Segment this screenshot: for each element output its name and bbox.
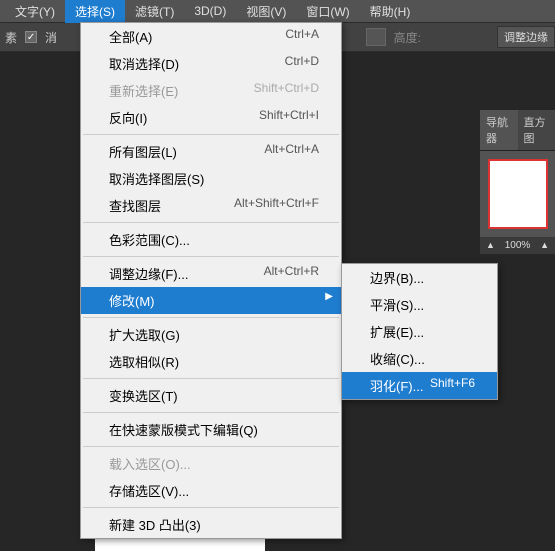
menu-separator	[83, 507, 339, 508]
select-menu-dropdown: 全部(A) Ctrl+A 取消选择(D) Ctrl+D 重新选择(E) Shift+Ctr…	[80, 22, 342, 539]
submenu-item-label: 羽化(F)...	[370, 376, 423, 395]
menu-item-label: 全部(A)	[109, 27, 152, 46]
submenu-item-shortcut: Shift+F6	[430, 376, 475, 395]
submenu-item[interactable]: 羽化(F)... Shift+F6	[342, 372, 497, 399]
menu-item-label: 扩大选取(G)	[109, 325, 180, 344]
menu-item-label: 查找图层	[109, 196, 161, 215]
submenu-item[interactable]: 扩展(E)...	[342, 318, 497, 345]
menu-item-label: 新建 3D 凸出(3)	[109, 515, 201, 534]
menu-item-shortcut: Shift+Ctrl+I	[259, 108, 319, 127]
menu-item[interactable]: 扩大选取(G)	[81, 321, 341, 348]
menu-item-label: 修改(M)	[109, 291, 155, 310]
menu-item-label: 反向(I)	[109, 108, 147, 127]
menu-item[interactable]: 取消选择(D) Ctrl+D	[81, 50, 341, 77]
menu-item-shortcut: Alt+Ctrl+R	[264, 264, 319, 283]
zoom-in-icon[interactable]: ▲	[540, 240, 549, 251]
navigator-thumbnail[interactable]	[488, 159, 548, 229]
height-label: 高度:	[394, 29, 421, 46]
menu-separator	[83, 446, 339, 447]
zoom-out-icon[interactable]: ▲	[486, 240, 495, 251]
submenu-item-label: 扩展(E)...	[370, 322, 424, 341]
submenu-item[interactable]: 平滑(S)...	[342, 291, 497, 318]
panel-tab-0[interactable]: 导航器	[480, 110, 518, 150]
panel-tab-1[interactable]: 直方图	[518, 110, 555, 150]
menu-item-shortcut: Ctrl+D	[285, 54, 319, 73]
menu-item-label: 选取相似(R)	[109, 352, 179, 371]
menu-item[interactable]: 全部(A) Ctrl+A	[81, 23, 341, 50]
menu-separator	[83, 222, 339, 223]
menu-item[interactable]: 存储选区(V)...	[81, 477, 341, 504]
menu-item-label: 存储选区(V)...	[109, 481, 189, 500]
menu-separator	[83, 317, 339, 318]
menubar-item-6[interactable]: 帮助(H)	[360, 0, 421, 23]
menu-item-label: 调整边缘(F)...	[109, 264, 188, 283]
menu-item[interactable]: 新建 3D 凸出(3)	[81, 511, 341, 538]
menu-item: 重新选择(E) Shift+Ctrl+D	[81, 77, 341, 104]
menu-item[interactable]: 在快速蒙版模式下编辑(Q)	[81, 416, 341, 443]
menu-item[interactable]: 反向(I) Shift+Ctrl+I	[81, 104, 341, 131]
menu-separator	[83, 378, 339, 379]
checkbox-label: 消	[45, 29, 57, 46]
menu-item[interactable]: 查找图层 Alt+Shift+Ctrl+F	[81, 192, 341, 219]
menubar-item-4[interactable]: 视图(V)	[236, 0, 296, 23]
menu-item[interactable]: 选取相似(R)	[81, 348, 341, 375]
antialias-checkbox[interactable]: ✓	[25, 31, 37, 43]
submenu-arrow-icon: ▶	[325, 291, 333, 302]
menubar-item-0[interactable]: 文字(Y)	[5, 0, 65, 23]
menu-separator	[83, 134, 339, 135]
menu-item-shortcut: Alt+Shift+Ctrl+F	[234, 196, 319, 215]
menubar-item-1[interactable]: 选择(S)	[65, 0, 125, 23]
menu-item-label: 取消选择(D)	[109, 54, 179, 73]
toolbar-px-label: 素	[5, 29, 17, 46]
navigator-preview	[480, 151, 555, 237]
menu-item-shortcut: Ctrl+A	[285, 27, 319, 46]
side-panels: 导航器直方图 ▲ 100% ▲	[480, 110, 555, 254]
menu-item[interactable]: 所有图层(L) Alt+Ctrl+A	[81, 138, 341, 165]
refine-edge-button[interactable]: 调整边缘	[497, 26, 555, 48]
submenu-item-label: 收缩(C)...	[370, 349, 425, 368]
menubar-item-5[interactable]: 窗口(W)	[296, 0, 359, 23]
panel-tabs: 导航器直方图	[480, 110, 555, 151]
menu-item-label: 取消选择图层(S)	[109, 169, 204, 188]
menubar-item-2[interactable]: 滤镜(T)	[125, 0, 184, 23]
menu-item-label: 所有图层(L)	[109, 142, 177, 161]
toolbar-icon-1[interactable]	[366, 28, 386, 46]
zoom-level: 100%	[505, 240, 531, 251]
menu-item[interactable]: 修改(M) ▶	[81, 287, 341, 314]
menu-item-label: 载入选区(O)...	[109, 454, 191, 473]
menu-item-label: 在快速蒙版模式下编辑(Q)	[109, 420, 258, 439]
menu-item[interactable]: 取消选择图层(S)	[81, 165, 341, 192]
submenu-item-label: 边界(B)...	[370, 268, 424, 287]
submenu-item-label: 平滑(S)...	[370, 295, 424, 314]
submenu-item[interactable]: 收缩(C)...	[342, 345, 497, 372]
menu-item-shortcut: Shift+Ctrl+D	[254, 81, 319, 100]
menu-item-shortcut: Alt+Ctrl+A	[264, 142, 319, 161]
menu-item[interactable]: 调整边缘(F)... Alt+Ctrl+R	[81, 260, 341, 287]
menu-item[interactable]: 变换选区(T)	[81, 382, 341, 409]
menu-separator	[83, 256, 339, 257]
navigator-footer: ▲ 100% ▲	[480, 237, 555, 254]
menu-separator	[83, 412, 339, 413]
menubar-item-3[interactable]: 3D(D)	[184, 1, 236, 21]
menu-item[interactable]: 色彩范围(C)...	[81, 226, 341, 253]
menu-item-label: 重新选择(E)	[109, 81, 178, 100]
menubar: 文字(Y)选择(S)滤镜(T)3D(D)视图(V)窗口(W)帮助(H)	[0, 0, 555, 22]
menu-item: 载入选区(O)...	[81, 450, 341, 477]
menu-item-label: 变换选区(T)	[109, 386, 178, 405]
submenu-item[interactable]: 边界(B)...	[342, 264, 497, 291]
modify-submenu: 边界(B)... 平滑(S)... 扩展(E)... 收缩(C)... 羽化(F)...…	[341, 263, 498, 400]
menu-item-label: 色彩范围(C)...	[109, 230, 190, 249]
